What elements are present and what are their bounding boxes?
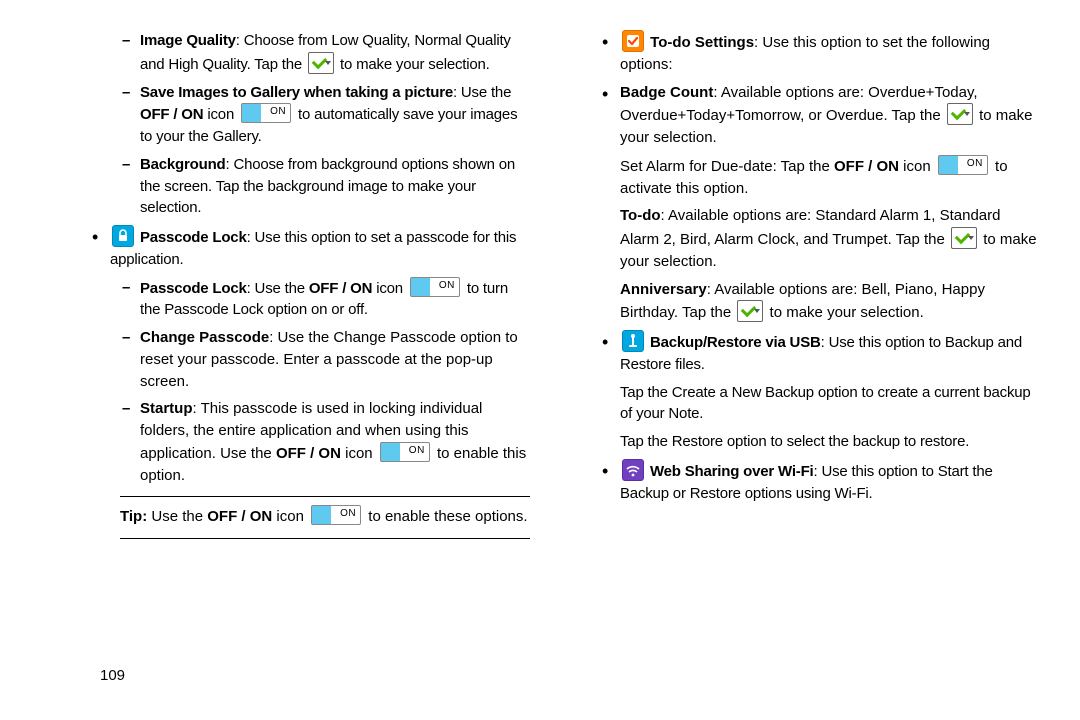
on-toggle-icon: ON	[311, 505, 361, 525]
checkmark-dropdown-icon	[737, 300, 763, 322]
text: icon	[203, 106, 238, 123]
todo-icon	[622, 30, 644, 52]
left-column: Image Quality: Choose from Low Quality, …	[60, 30, 530, 547]
text: icon	[372, 280, 407, 297]
text: Tap the	[892, 231, 949, 248]
item-save-images: Save Images to Gallery when taking a pic…	[140, 82, 530, 148]
off-on: OFF / ON	[276, 445, 341, 462]
text: to enable these options.	[364, 508, 527, 525]
wifi-icon	[622, 459, 644, 481]
right-column: To-do Settings: Use this option to set t…	[570, 30, 1040, 547]
label: To-do	[620, 207, 661, 224]
item-backup-p3: Tap the Restore option to select the bac…	[620, 431, 1040, 453]
label: Badge Count	[620, 84, 713, 101]
item-startup: Startup: This passcode is used in lockin…	[140, 398, 530, 486]
text: icon	[272, 508, 308, 525]
text: icon	[341, 445, 377, 462]
off-on: OFF / ON	[309, 280, 372, 297]
text: : Use the	[453, 84, 511, 101]
divider	[120, 538, 530, 539]
text: Set Alarm for Due-date: Tap the	[620, 158, 834, 175]
item-passcode-lock: Passcode Lock: Use the OFF / ON icon ON …	[140, 277, 530, 322]
off-on: OFF / ON	[834, 158, 899, 175]
item-image-quality: Image Quality: Choose from Low Quality, …	[140, 30, 530, 76]
page-number: 109	[100, 667, 125, 684]
on-toggle-icon: ON	[938, 155, 988, 175]
lock-icon	[112, 225, 134, 247]
on-toggle-icon: ON	[410, 277, 460, 297]
text: Use the	[220, 445, 276, 462]
text: to make your selection.	[765, 304, 923, 321]
text: icon	[899, 158, 935, 175]
label: Save Images to Gallery when taking a pic…	[140, 84, 453, 101]
checkmark-dropdown-icon	[308, 52, 334, 74]
text: Use the	[147, 508, 207, 525]
item-todo: To-do: Available options are: Standard A…	[620, 205, 1040, 272]
text: : Use the	[247, 280, 309, 297]
item-anniversary: Anniversary: Available options are: Bell…	[620, 279, 1040, 325]
item-badge-count: .nop::before{content:none!important;} Ba…	[620, 82, 1040, 149]
tip: Tip: Use the OFF / ON icon ON to enable …	[120, 505, 530, 528]
item-set-alarm: Set Alarm for Due-date: Tap the OFF / ON…	[620, 155, 1040, 200]
text: to make your selection.	[336, 56, 490, 73]
label: Passcode Lock	[140, 280, 247, 297]
checkmark-dropdown-icon	[951, 227, 977, 249]
text: Tap the	[251, 56, 306, 73]
label: Change Passcode	[140, 329, 269, 346]
on-toggle-icon: ON	[380, 442, 430, 462]
item-todo-settings: To-do Settings: Use this option to set t…	[620, 30, 1040, 76]
manual-page: Image Quality: Choose from Low Quality, …	[0, 0, 1080, 577]
tip-label: Tip:	[120, 508, 147, 525]
label: Startup	[140, 400, 193, 417]
divider	[120, 496, 530, 497]
item-background: Background: Choose from background optio…	[140, 154, 530, 219]
label: Image Quality	[140, 32, 236, 49]
item-change-passcode: Change Passcode: Use the Change Passcode…	[140, 327, 530, 392]
off-on: OFF / ON	[207, 508, 272, 525]
label: Background	[140, 156, 226, 173]
item-backup: Backup/Restore via USB: Use this option …	[620, 330, 1040, 376]
label: Anniversary	[620, 281, 707, 298]
on-toggle-icon: ON	[241, 103, 291, 123]
item-backup-p2: Tap the Create a New Backup option to cr…	[620, 382, 1040, 426]
text: Tap the	[678, 304, 735, 321]
checkmark-dropdown-icon	[947, 103, 973, 125]
label: Web Sharing over Wi-Fi	[650, 463, 814, 480]
usb-icon	[622, 330, 644, 352]
item-passcode-lock-intro: Passcode Lock: Use this option to set a …	[110, 225, 530, 271]
off-on: OFF / ON	[140, 106, 203, 123]
text: Tap the	[888, 107, 945, 124]
label: Backup/Restore via USB	[650, 334, 821, 351]
label: To-do Settings	[650, 34, 754, 51]
label: Passcode Lock	[140, 229, 247, 246]
item-websharing: Web Sharing over Wi-Fi: Use this option …	[620, 459, 1040, 505]
